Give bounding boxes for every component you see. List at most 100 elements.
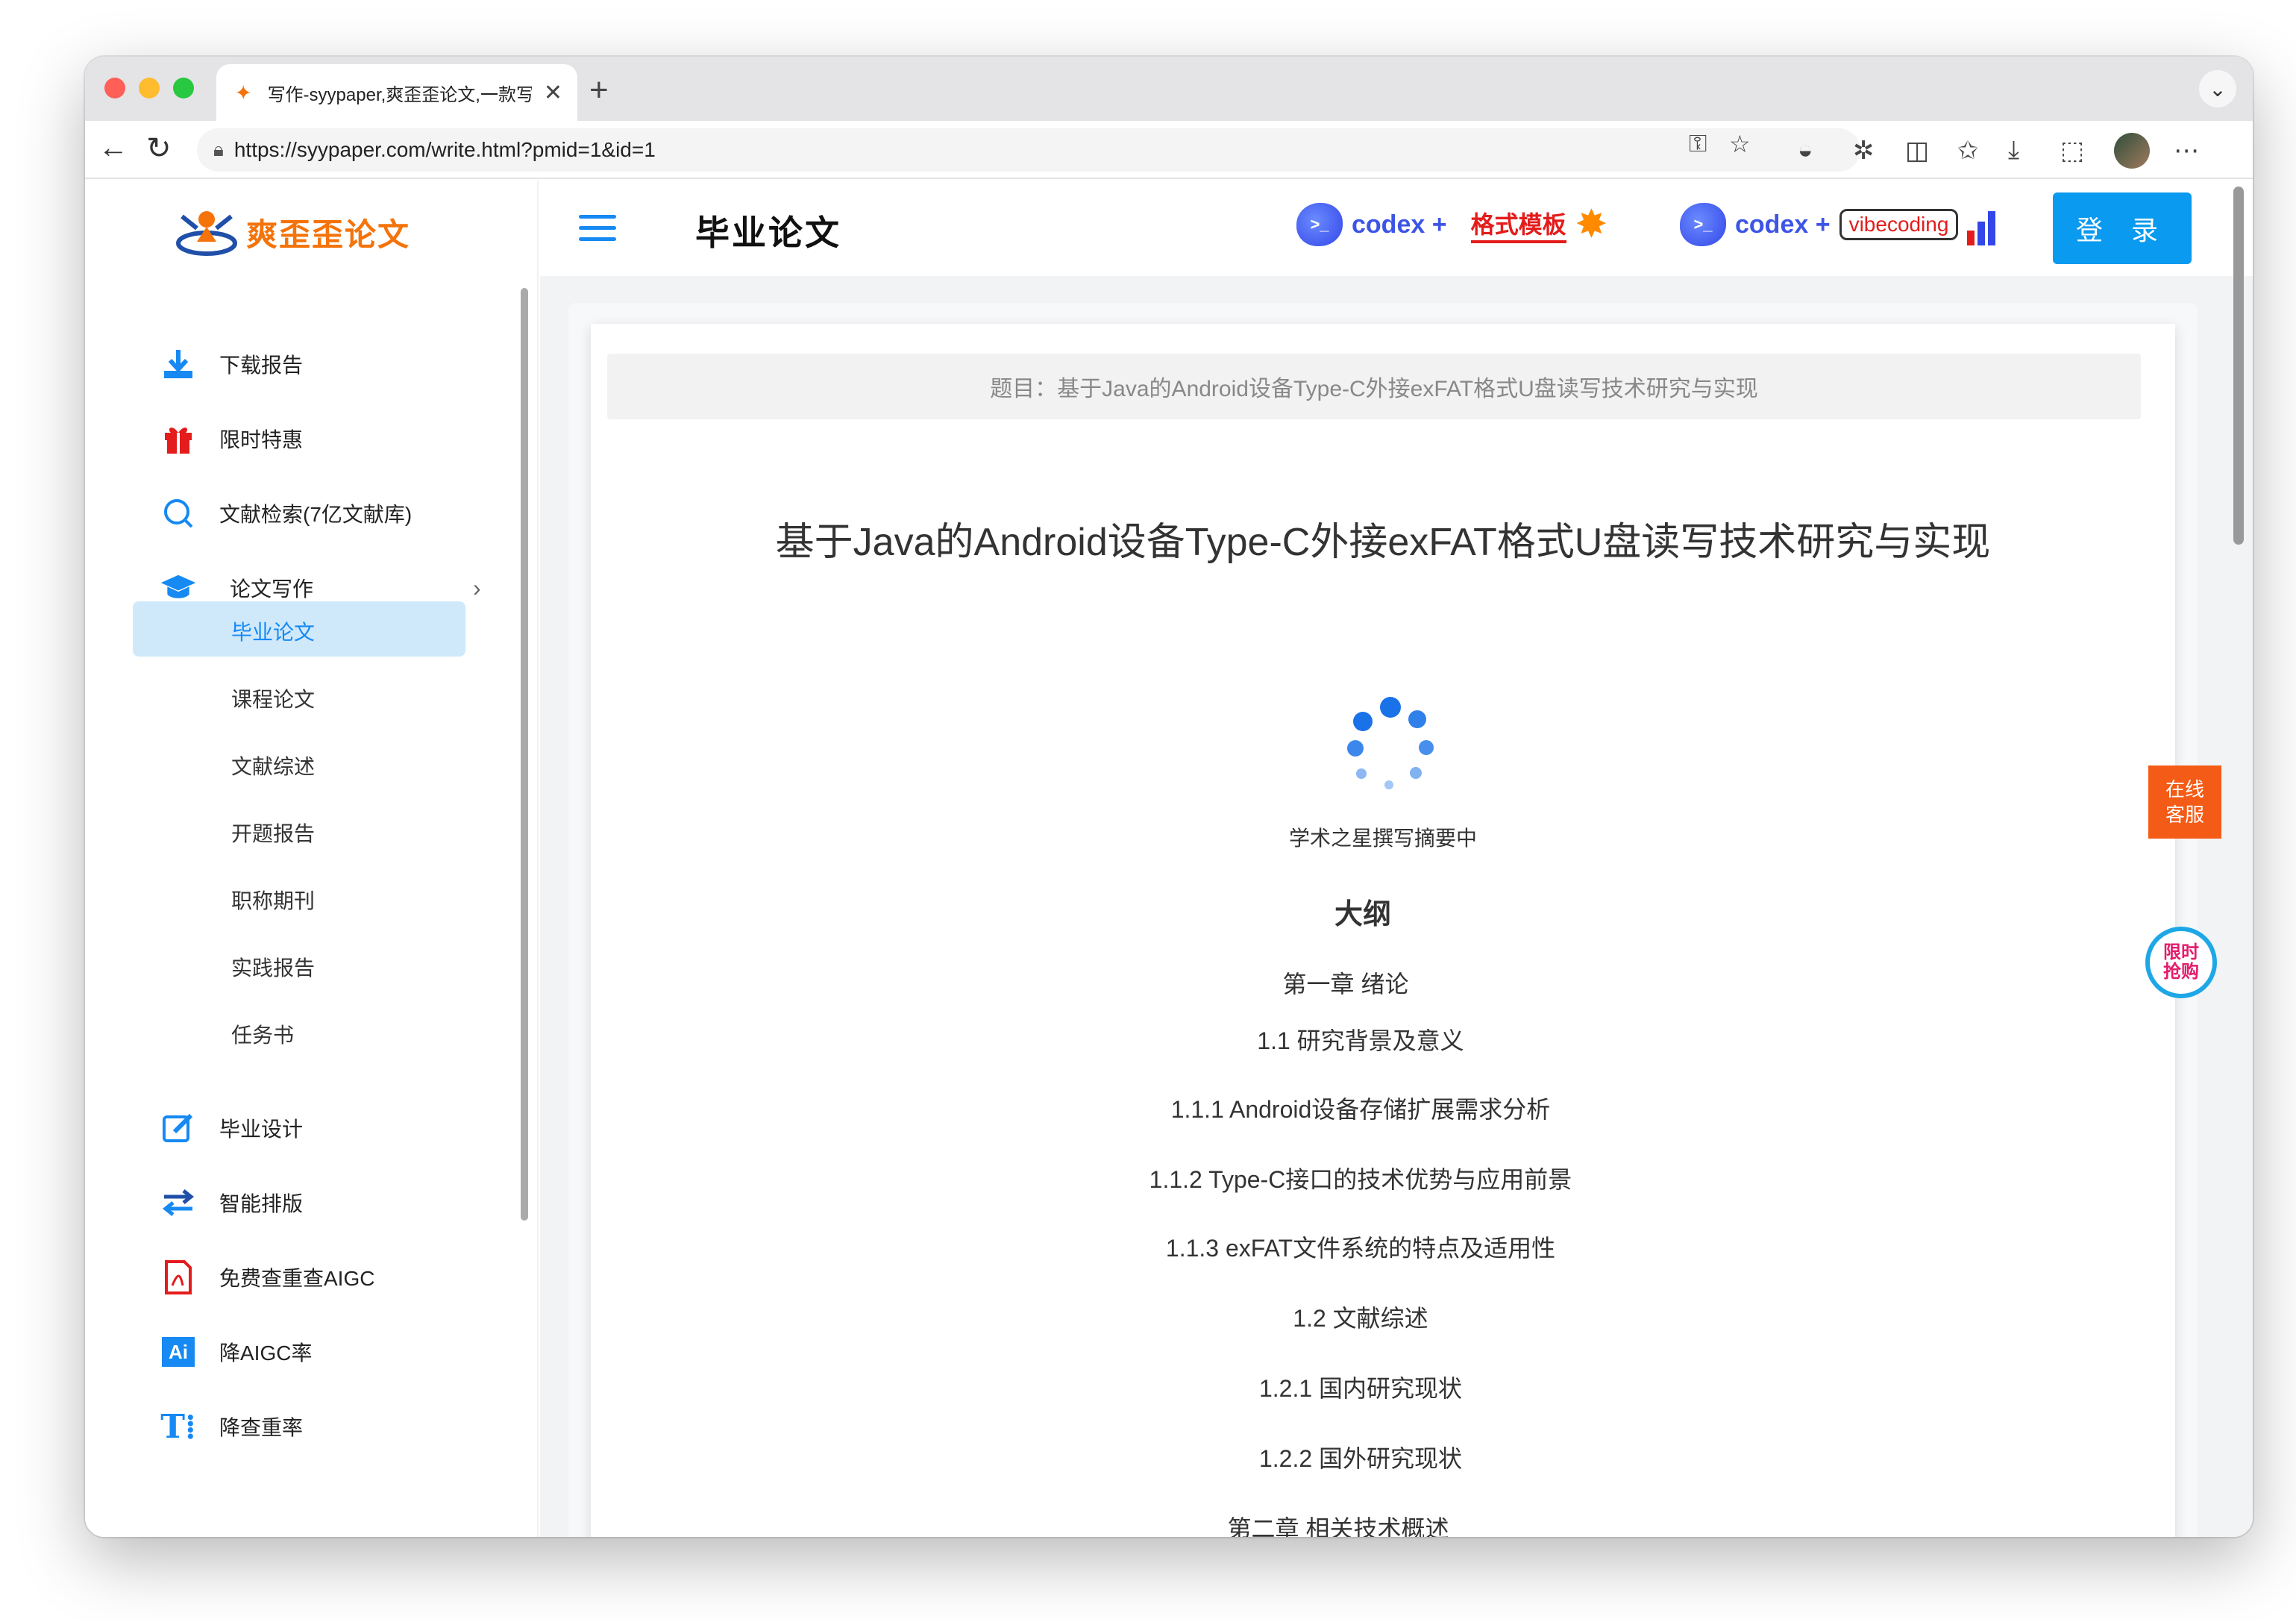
outline-item: 1.2 文献综述 (1293, 1305, 1428, 1332)
puzzle-icon[interactable]: ✲ (1853, 136, 1875, 166)
browser-toolbar: ← ↻ 🔒︎ https://syypaper.com/write.html?p… (85, 121, 2253, 179)
sidebar-subitem-course-paper[interactable]: 课程论文 (231, 683, 315, 713)
back-icon[interactable]: ← (98, 131, 128, 165)
sidebar-item-label: 文献检索(7亿文献库) (219, 503, 413, 526)
sidebar: 爽歪歪论文 下载报告 限时特惠 文献检索(7亿文献库) 论文写作 › 毕业论文 … (85, 181, 540, 1537)
login-button[interactable]: 登 录 (2053, 192, 2192, 264)
codex-vibecoding-ad[interactable]: >_ codex + vibecoding (1680, 198, 1996, 251)
sidebar-item-label: 降AIGC率 (219, 1341, 313, 1365)
outline-item: 第一章 绪论 (1282, 971, 1409, 998)
codex-template-ad[interactable]: >_ codex + 格式模板 ✸ (1296, 198, 1607, 251)
site-logo[interactable]: 爽歪歪论文 (175, 206, 410, 258)
logo-text: 爽歪歪论文 (246, 216, 411, 252)
sidebar-item-label: 降查重率 (219, 1416, 304, 1439)
url-text: https://syypaper.com/write.html?pmid=1&i… (233, 138, 656, 161)
sidebar-item-reduce-aigc[interactable]: Ai 降AIGC率 (160, 1330, 312, 1374)
sidebar-item-label: 智能排版 (219, 1192, 304, 1215)
sidebar-item-limited-offer[interactable]: 限时特惠 (160, 416, 303, 461)
chevron-right-icon: › (473, 574, 481, 601)
lock-icon: 🔒︎ (213, 138, 224, 160)
reload-icon[interactable]: ↻ (146, 131, 172, 166)
maximize-window-button[interactable] (173, 78, 194, 98)
hamburger-menu-icon[interactable] (579, 215, 616, 248)
outline-item: 1.2.2 国外研究现状 (1258, 1445, 1463, 1472)
page-title: 毕业论文 (695, 213, 841, 252)
profile-avatar[interactable] (2114, 133, 2150, 169)
browser-tab[interactable]: ✦ 写作-syypaper,爽歪歪论文,一款写 ✕ (216, 64, 577, 121)
loading-status-text: 学术之星撰写摘要中 (1288, 827, 1477, 850)
sidebar-item-plagiarism-check[interactable]: 免费查重查AIGC (160, 1255, 374, 1300)
close-window-button[interactable] (104, 78, 125, 98)
minimize-window-button[interactable] (139, 78, 160, 98)
ad-vibecoding-text: vibecoding (1839, 209, 1959, 240)
site-favicon-icon: ✦ (231, 80, 256, 105)
sidebar-subitem-practice-report[interactable]: 实践报告 (231, 952, 315, 982)
edit-icon (160, 1109, 197, 1147)
screenshot-icon[interactable]: ⬚ (2060, 136, 2084, 166)
promo-label-line2: 抢购 (2163, 962, 2199, 982)
sidebar-subitem-proposal[interactable]: 开题报告 (231, 818, 315, 848)
favorite-star-icon[interactable]: ☆ (1729, 130, 1751, 158)
outline-item: 1.1 研究背景及意义 (1257, 1027, 1464, 1054)
ad-codex-text: codex + (1735, 210, 1831, 239)
service-label-line2: 客服 (2165, 804, 2204, 826)
page-scrollbar[interactable] (2233, 187, 2244, 545)
search-icon (160, 495, 197, 532)
sidebar-item-label: 限时特惠 (219, 428, 304, 451)
outline-item: 1.1.2 Type-C接口的技术优势与应用前景 (1149, 1166, 1572, 1193)
favorites-icon[interactable]: ✩ (1957, 136, 1979, 166)
sidebar-item-label: 论文写作 (230, 577, 314, 601)
sidebar-item-download-report[interactable]: 下载报告 (160, 342, 303, 386)
service-label-line1: 在线 (2165, 778, 2204, 801)
logo-mark-icon (175, 206, 239, 258)
bar-chart-icon (1967, 204, 1996, 245)
sidebar-item-smart-layout[interactable]: 智能排版 (160, 1180, 303, 1225)
burst-icon: ✸ (1575, 203, 1608, 246)
gift-icon (160, 420, 197, 457)
sidebar-item-graduation-design[interactable]: 毕业设计 (160, 1106, 303, 1150)
download-icon[interactable]: ⤓ (2008, 136, 2019, 165)
outline-item: 第二章 相关技术概述 (1227, 1515, 1449, 1537)
tab-close-icon[interactable]: ✕ (544, 80, 562, 106)
document-card: 题目：基于Java的Android设备Type-C外接exFAT格式U盘读写技术… (591, 324, 2175, 1537)
new-tab-icon[interactable]: + (589, 72, 609, 109)
outline-heading: 大纲 (1334, 899, 1391, 930)
promo-label-line1: 限时 (2163, 942, 2199, 962)
outline-item: 1.1.3 exFAT文件系统的特点及适用性 (1165, 1235, 1556, 1262)
tab-menu-chevron-icon[interactable]: ⌄ (2199, 70, 2236, 107)
tab-title: 写作-syypaper,爽歪歪论文,一款写 (267, 84, 532, 105)
ad-template-text: 格式模板 (1470, 206, 1566, 243)
pdf-icon (160, 1259, 197, 1296)
sidebar-subitem-journal[interactable]: 职称期刊 (231, 885, 315, 915)
outline-item: 1.2.1 国内研究现状 (1258, 1375, 1463, 1402)
download-icon (160, 345, 197, 383)
flash-sale-button[interactable]: 限时 抢购 (2145, 927, 2217, 998)
document-title: 基于Java的Android设备Type-C外接exFAT格式U盘读写技术研究与… (775, 521, 1991, 564)
sidebar-subitem-graduation-thesis[interactable]: 毕业论文 (231, 616, 315, 646)
online-service-button[interactable]: 在线 客服 (2148, 765, 2221, 839)
browser-window: ✦ 写作-syypaper,爽歪歪论文,一款写 ✕ + ⌄ ← ↻ 🔒︎ htt… (85, 57, 2253, 1537)
sidebar-scrollbar[interactable] (521, 288, 528, 1221)
terminal-icon: >_ (1296, 203, 1343, 246)
page-content: 爽歪歪论文 下载报告 限时特惠 文献检索(7亿文献库) 论文写作 › 毕业论文 … (85, 181, 2253, 1537)
page-header: 毕业论文 >_ codex + 格式模板 ✸ >_ codex + vibeco… (540, 181, 2253, 276)
sidebar-item-label: 免费查重查AIGC (219, 1267, 375, 1290)
key-icon[interactable]: ⚿ (1689, 130, 1707, 158)
swap-icon (160, 1184, 197, 1221)
text-icon: T⁞ (160, 1407, 196, 1446)
sidebar-item-label: 下载报告 (219, 354, 304, 377)
ai-icon: Ai (160, 1333, 197, 1371)
outline-item: 1.1.1 Android设备存储扩展需求分析 (1170, 1096, 1551, 1123)
split-screen-icon[interactable]: ◫ (1905, 136, 1929, 166)
sidebar-item-reduce-duplication[interactable]: T⁞ 降查重率 (160, 1404, 303, 1449)
sidebar-item-literature-search[interactable]: 文献检索(7亿文献库) (160, 491, 412, 536)
sidebar-subitem-literature-review[interactable]: 文献综述 (231, 751, 315, 780)
more-menu-icon[interactable]: ⋯ (2174, 136, 2199, 166)
tab-strip: ✦ 写作-syypaper,爽歪歪论文,一款写 ✕ + ⌄ (85, 57, 2253, 121)
ad-codex-text: codex + (1352, 210, 1447, 239)
extension-icon[interactable]: ◒ (1798, 136, 1813, 165)
topic-bar: 题目：基于Java的Android设备Type-C外接exFAT格式U盘读写技术… (607, 354, 2141, 419)
address-bar[interactable]: 🔒︎ https://syypaper.com/write.html?pmid=… (197, 128, 1860, 172)
sidebar-subitem-task-book[interactable]: 任务书 (231, 1019, 294, 1049)
sidebar-item-label: 毕业设计 (219, 1118, 304, 1141)
